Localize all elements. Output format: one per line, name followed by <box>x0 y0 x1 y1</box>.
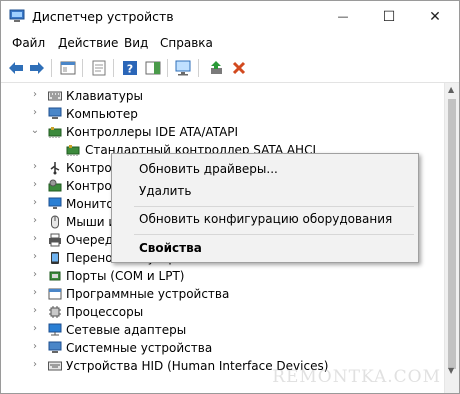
chevron-right-icon[interactable]: › <box>30 270 40 280</box>
window-title: Диспетчер устройств <box>32 9 174 24</box>
software-device-icon <box>48 288 62 300</box>
help-icon: ? <box>123 61 137 76</box>
mouse-icon <box>51 215 59 229</box>
tree-row[interactable]: › Клавиатуры <box>1 87 445 105</box>
sata-controller-icon <box>66 145 80 156</box>
chevron-down-icon[interactable]: ⌄ <box>30 126 40 136</box>
tree-item-label: Клавиатуры <box>66 89 143 103</box>
chevron-right-icon[interactable]: › <box>30 252 40 262</box>
tree-row[interactable]: › Порты (COM и LPT) <box>1 267 445 285</box>
tree-row[interactable]: › Компьютер <box>1 105 445 123</box>
action-pane-button[interactable] <box>143 58 163 78</box>
minimize-button[interactable]: — <box>320 1 366 32</box>
context-update-drivers[interactable]: Обновить драйверы... <box>139 162 278 176</box>
context-separator <box>134 234 414 235</box>
storage-controller-icon <box>48 179 62 192</box>
tree-item-label: Сетевые адаптеры <box>66 323 187 337</box>
help-button[interactable]: ? <box>120 58 140 78</box>
tree-row[interactable]: › Программные устройства <box>1 285 445 303</box>
printer-icon <box>49 233 61 247</box>
monitor-icon <box>48 197 62 209</box>
port-icon <box>49 271 61 281</box>
usb-icon <box>50 162 60 175</box>
show-hide-tree-button[interactable] <box>58 58 78 78</box>
context-remove[interactable]: Удалить <box>139 184 192 198</box>
remove-x-icon <box>232 61 246 75</box>
ide-controller-icon <box>48 127 62 138</box>
properties-sheet-icon <box>92 60 106 76</box>
back-button[interactable] <box>6 58 26 78</box>
tree-row[interactable]: › Процессоры <box>1 303 445 321</box>
portable-device-icon <box>51 252 59 264</box>
menu-help[interactable]: Справка <box>160 36 213 50</box>
chevron-right-icon[interactable]: › <box>30 360 40 370</box>
tree-item-label: Процессоры <box>66 305 144 319</box>
svg-text:?: ? <box>127 63 133 76</box>
update-driver-icon <box>211 61 222 74</box>
back-arrow-icon <box>9 62 23 74</box>
keyboard-icon <box>48 91 62 101</box>
chevron-right-icon[interactable]: › <box>30 288 40 298</box>
minimize-icon: — <box>337 10 349 23</box>
console-tree-icon <box>60 61 76 75</box>
scroll-up-icon[interactable]: ▲ <box>448 85 454 94</box>
menu-action[interactable]: Действие <box>58 36 118 50</box>
hid-icon <box>48 361 62 371</box>
menu-view[interactable]: Вид <box>124 36 148 50</box>
device-manager-app-icon <box>9 9 25 22</box>
close-button[interactable]: ✕ <box>412 1 458 32</box>
update-driver-button[interactable] <box>206 58 226 78</box>
chevron-right-icon[interactable]: › <box>30 234 40 244</box>
context-properties[interactable]: Свойства <box>139 241 202 255</box>
tree-item-label: Контроллеры IDE ATA/ATAPI <box>66 125 239 139</box>
tree-row[interactable]: › Системные устройства <box>1 339 445 357</box>
scrollbar-thumb[interactable] <box>448 99 456 369</box>
remove-device-button[interactable] <box>229 58 249 78</box>
tree-item-label: Порты (COM и LPT) <box>66 269 185 283</box>
menu-file[interactable]: Файл <box>12 36 45 50</box>
chevron-right-icon[interactable]: › <box>30 342 40 352</box>
tree-item-label: Программные устройства <box>66 287 230 301</box>
tree-row[interactable]: › Сетевые адаптеры <box>1 321 445 339</box>
scan-hardware-button[interactable] <box>174 58 194 78</box>
tree-row[interactable]: ⌄ Контроллеры IDE ATA/ATAPI <box>1 123 445 141</box>
watermark-text: REMONTKA.COM <box>272 367 441 387</box>
chevron-right-icon[interactable]: › <box>30 216 40 226</box>
tree-item-label: Системные устройства <box>66 341 213 355</box>
forward-arrow-icon <box>30 62 44 74</box>
maximize-button[interactable]: ☐ <box>366 1 412 32</box>
vertical-scrollbar[interactable]: ▲ ▼ <box>444 83 459 393</box>
toolbar: ? <box>1 54 459 83</box>
forward-button[interactable] <box>27 58 47 78</box>
maximize-icon: ☐ <box>382 8 396 25</box>
chevron-right-icon[interactable]: › <box>30 180 40 190</box>
chevron-right-icon[interactable]: › <box>30 90 40 100</box>
chevron-right-icon[interactable]: › <box>30 324 40 334</box>
context-scan-hardware[interactable]: Обновить конфигурацию оборудования <box>139 212 392 226</box>
properties-toolbar-button[interactable] <box>89 58 109 78</box>
chevron-right-icon[interactable]: › <box>30 306 40 316</box>
action-pane-icon <box>145 61 161 75</box>
network-adapter-icon <box>48 323 62 336</box>
processor-icon <box>49 306 61 318</box>
chevron-right-icon[interactable]: › <box>30 198 40 208</box>
tree-item-label: Компьютер <box>66 107 138 121</box>
scan-monitor-icon <box>175 60 191 76</box>
context-menu: Обновить драйверы... Удалить Обновить ко… <box>111 153 419 263</box>
title-bar[interactable]: Диспетчер устройств — ☐ ✕ <box>1 1 459 32</box>
system-device-icon <box>48 341 62 353</box>
menu-bar: Файл Действие Вид Справка <box>1 32 459 54</box>
context-separator <box>134 206 414 207</box>
chevron-right-icon[interactable]: › <box>30 162 40 172</box>
scroll-down-icon[interactable]: ▼ <box>448 366 454 375</box>
chevron-right-icon[interactable]: › <box>30 108 40 118</box>
close-icon: ✕ <box>429 8 441 25</box>
computer-icon <box>48 107 62 119</box>
